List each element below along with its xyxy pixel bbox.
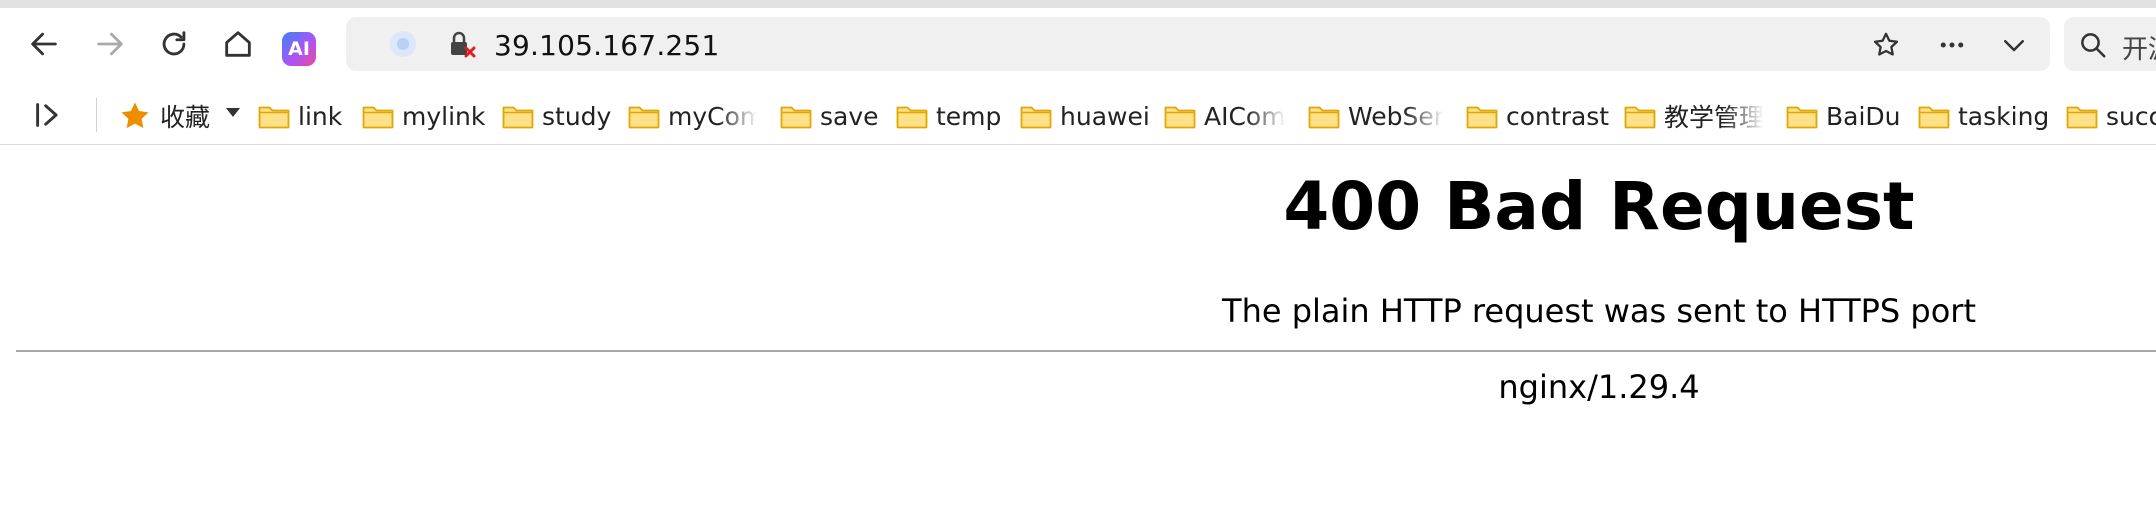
bookmark-folder-huawei[interactable]: huawei (1020, 96, 1150, 136)
more-dots-icon (1940, 42, 1964, 48)
bookmark-folder-temp[interactable]: temp (896, 96, 1001, 136)
bookmark-folder-mycom[interactable]: myCom (628, 96, 758, 136)
bookmarks-divider (96, 98, 97, 132)
ai-badge-label: AI (288, 38, 310, 60)
back-arrow-icon (31, 32, 57, 56)
bookmark-label: BaiDu (1826, 101, 1901, 131)
more-options-button[interactable] (1936, 29, 1968, 61)
bookmark-label: study (542, 101, 612, 131)
bookmark-folder-study[interactable]: study (502, 96, 611, 136)
home-icon (225, 31, 251, 57)
folder-icon (258, 106, 290, 129)
folder-icon (1164, 106, 1196, 129)
folder-icon (628, 106, 660, 129)
bookmark-folder-link[interactable]: link (258, 96, 342, 136)
chevron-down-icon (2004, 40, 2024, 52)
folder-icon (2066, 106, 2098, 129)
bookmark-label: AICom (1204, 101, 1286, 131)
bookmark-label: link (298, 101, 343, 131)
folder-icon (1466, 106, 1498, 129)
horizontal-rule (16, 350, 2156, 352)
address-bar[interactable]: 39.105.167.251 (346, 17, 2050, 71)
bookmarks-bar: 收藏 link mylink study myCom save temp hua… (0, 86, 2156, 145)
bookmark-label: huawei (1060, 101, 1150, 131)
not-secure-lock-icon[interactable] (448, 30, 478, 60)
search-icon (2081, 33, 2106, 58)
back-button[interactable] (20, 20, 68, 68)
folder-icon (1020, 106, 1052, 129)
bookmark-folder-contrast[interactable]: contrast (1466, 96, 1609, 136)
folder-icon (1308, 106, 1340, 129)
browser-toolbar: AI 39.105.167.251 开源 (0, 8, 2156, 80)
bookmark-label: WebSer (1348, 101, 1444, 131)
bookmark-folder-mylink[interactable]: mylink (362, 96, 485, 136)
bookmark-favorites[interactable]: 收藏 (118, 96, 210, 136)
bookmark-label: 收藏 (160, 103, 211, 132)
ai-assistant-button[interactable]: AI (282, 32, 316, 66)
search-placeholder: 开源 (2122, 35, 2156, 65)
error-message: The plain HTTP request was sent to HTTPS… (1222, 292, 1976, 330)
bookmark-label: temp (936, 101, 1002, 131)
folder-icon (1624, 106, 1656, 129)
bookmark-folder-webser[interactable]: WebSer (1308, 96, 1444, 136)
search-box[interactable]: 开源 (2064, 17, 2156, 71)
favorite-star-button[interactable] (1870, 29, 1902, 61)
bookmark-label: mylink (402, 101, 486, 131)
reload-icon (162, 31, 186, 56)
bookmark-label: tasking (1958, 101, 2050, 131)
site-identity-icon[interactable] (390, 31, 416, 57)
window-top-strip (0, 0, 2156, 8)
bookmark-label: myCom (668, 101, 758, 131)
folder-icon (780, 106, 812, 129)
folder-icon (362, 106, 394, 129)
bookmark-label: contrast (1506, 101, 1610, 131)
home-button[interactable] (214, 20, 262, 68)
bookmark-label: succ (2106, 101, 2156, 131)
bookmark-label: save (820, 101, 879, 131)
server-signature: nginx/1.29.4 (1498, 368, 1700, 406)
error-heading: 400 Bad Request (1283, 168, 1915, 245)
folder-icon (1786, 106, 1818, 129)
bookmark-folder-aicom[interactable]: AICom (1164, 96, 1286, 136)
favorites-dropdown-icon[interactable] (226, 108, 240, 117)
sidebar-toggle-icon[interactable] (30, 100, 66, 130)
folder-icon (896, 106, 928, 129)
forward-button[interactable] (86, 20, 134, 68)
star-outline-icon (1873, 32, 1899, 56)
star-icon (121, 102, 149, 129)
bookmark-label: 教学管理 (1664, 103, 1764, 132)
folder-icon (502, 106, 534, 129)
reload-button[interactable] (150, 20, 198, 68)
dropdown-button[interactable] (1998, 29, 2030, 61)
forward-arrow-icon (97, 32, 123, 56)
page-content: 400 Bad Request The plain HTTP request w… (0, 148, 2156, 516)
bookmark-folder-teaching[interactable]: 教学管理 (1624, 96, 1764, 136)
bookmark-folder-save[interactable]: save (780, 96, 879, 136)
url-text[interactable]: 39.105.167.251 (494, 29, 719, 62)
bookmark-folder-baidu[interactable]: BaiDu (1786, 96, 1901, 136)
bookmark-folder-tasking[interactable]: tasking (1918, 96, 2049, 136)
folder-icon (1918, 106, 1950, 129)
bookmark-folder-succ[interactable]: succ (2066, 96, 2156, 136)
